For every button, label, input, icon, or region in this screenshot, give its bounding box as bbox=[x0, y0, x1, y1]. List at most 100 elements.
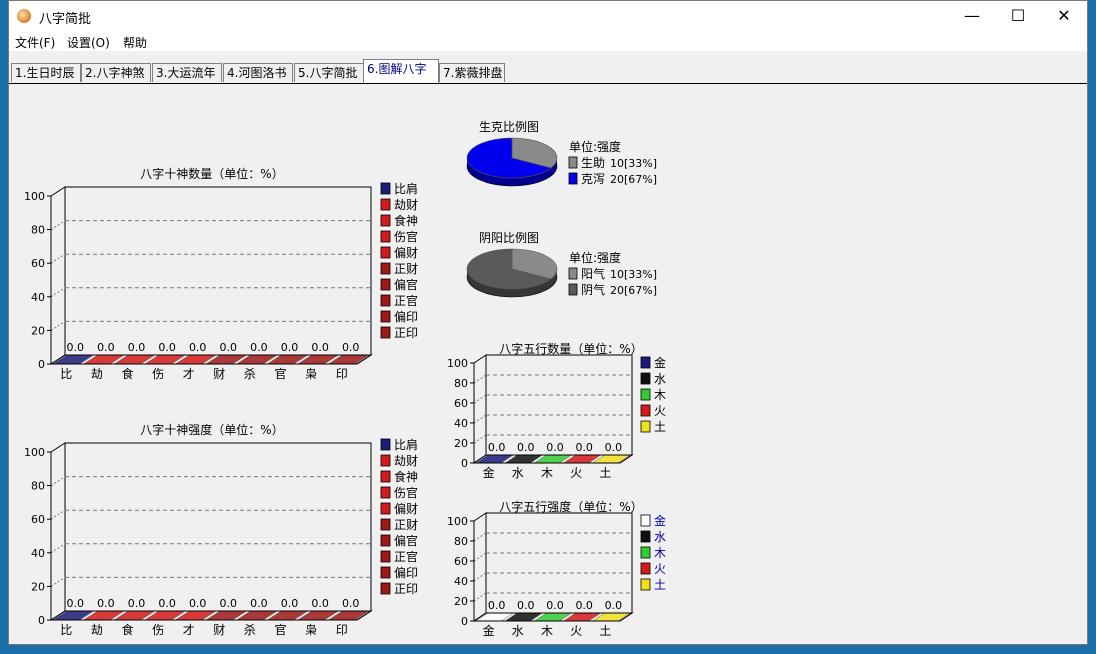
bar-value-label: 0.0 bbox=[67, 341, 85, 354]
legend-swatch bbox=[380, 294, 391, 307]
legend-swatch bbox=[640, 404, 651, 417]
chart-side-wall bbox=[473, 512, 487, 622]
legend-swatch bbox=[380, 518, 391, 531]
legend-label: 火 bbox=[654, 562, 666, 576]
x-tick-label: 火 bbox=[570, 466, 582, 480]
bar-value-label: 0.0 bbox=[97, 597, 115, 610]
pie-legend-label: 克泻 bbox=[581, 172, 605, 186]
legend-swatch bbox=[380, 470, 391, 483]
x-tick-label: 伤 bbox=[152, 623, 164, 637]
y-tick-label: 20 bbox=[31, 580, 45, 593]
bar-value-label: 0.0 bbox=[575, 441, 593, 454]
x-tick-label: 官 bbox=[274, 622, 286, 637]
legend-swatch bbox=[380, 278, 391, 291]
tab-jianpi[interactable]: 5.八字简批 bbox=[294, 63, 364, 82]
legend-swatch bbox=[380, 182, 391, 195]
pie-legend-swatch bbox=[568, 172, 578, 185]
pie-unit-label: 单位:强度 bbox=[569, 139, 621, 154]
y-tick-label: 60 bbox=[31, 513, 45, 526]
x-tick-label: 金 bbox=[483, 465, 495, 480]
tab-tujie[interactable]: 6.图解八字 bbox=[363, 59, 439, 83]
y-tick-label: 20 bbox=[31, 324, 45, 337]
y-tick-label: 40 bbox=[31, 547, 45, 560]
y-tick-label: 40 bbox=[454, 575, 468, 588]
app-logo-icon bbox=[17, 9, 31, 23]
x-tick-label: 才 bbox=[183, 367, 195, 381]
tab-hetu[interactable]: 4.河图洛书 bbox=[223, 63, 293, 82]
legend-swatch bbox=[380, 582, 391, 595]
pie-legend-value: 20[67%] bbox=[610, 284, 657, 297]
bar-value-label: 0.0 bbox=[67, 597, 85, 610]
tab-bar: 1.生日时辰 2.八字神煞 3.大运流年 4.河图洛书 5.八字简批 6.图解八… bbox=[9, 59, 1087, 84]
y-tick-label: 80 bbox=[31, 224, 45, 237]
chart-title: 八字五行强度（单位：%） bbox=[499, 499, 642, 514]
bar-value-label: 0.0 bbox=[158, 597, 176, 610]
minimize-button[interactable]: — bbox=[949, 1, 995, 31]
legend-label: 木 bbox=[654, 388, 666, 402]
y-tick-label: 20 bbox=[454, 595, 468, 608]
legend-label: 正印 bbox=[394, 582, 418, 596]
bar-value-label: 0.0 bbox=[605, 599, 623, 612]
bar-value-label: 0.0 bbox=[546, 599, 564, 612]
legend-label: 偏印 bbox=[394, 565, 418, 580]
x-tick-label: 杀 bbox=[244, 622, 256, 637]
window-title: 八字简批 bbox=[39, 12, 92, 27]
chart-side-wall bbox=[50, 442, 66, 621]
pie-legend-label: 阳气 bbox=[581, 266, 605, 281]
bar-value-label: 0.0 bbox=[546, 441, 564, 454]
chart-back-wall bbox=[485, 512, 633, 614]
shishen-count-chart: 八字十神数量（单位：%） 100 80 60 40 20 0 0.0 比 0.0 劫 0.0 食 0.0 伤… bbox=[24, 166, 418, 381]
x-tick-label: 木 bbox=[541, 624, 553, 638]
tab-dayun[interactable]: 3.大运流年 bbox=[152, 63, 222, 82]
maximize-button[interactable]: ☐ bbox=[995, 1, 1041, 31]
bar-value-label: 0.0 bbox=[517, 599, 535, 612]
legend-swatch bbox=[380, 262, 391, 275]
y-tick-label: 60 bbox=[454, 397, 468, 410]
x-tick-label: 木 bbox=[541, 466, 553, 480]
x-tick-label: 财 bbox=[213, 623, 225, 637]
legend-swatch bbox=[380, 310, 391, 323]
pie-title: 阴阳比例图 bbox=[479, 231, 539, 245]
x-tick-label: 才 bbox=[183, 623, 195, 637]
chart-back-wall bbox=[64, 186, 372, 356]
legend-label: 偏财 bbox=[394, 501, 418, 516]
tab-shensha[interactable]: 2.八字神煞 bbox=[81, 63, 151, 82]
x-tick-label: 食 bbox=[121, 622, 133, 637]
x-tick-label: 水 bbox=[512, 624, 524, 638]
legend-swatch bbox=[380, 438, 391, 451]
legend-label: 正财 bbox=[394, 518, 418, 532]
bar-value-label: 0.0 bbox=[97, 341, 115, 354]
chart-title: 八字十神数量（单位：%） bbox=[140, 166, 283, 181]
x-tick-label: 比 bbox=[60, 623, 72, 637]
bar-value-label: 0.0 bbox=[575, 599, 593, 612]
legend-label: 比肩 bbox=[394, 181, 418, 196]
x-tick-label: 土 bbox=[599, 466, 611, 480]
bar-value-label: 0.0 bbox=[128, 597, 146, 610]
legend-label: 木 bbox=[654, 546, 666, 560]
legend-swatch bbox=[380, 454, 391, 467]
legend-swatch bbox=[640, 546, 651, 559]
legend-label: 土 bbox=[654, 420, 666, 434]
bar-value-label: 0.0 bbox=[342, 341, 360, 354]
menu-file[interactable]: 文件(F) bbox=[15, 34, 55, 51]
menu-help[interactable]: 帮助 bbox=[123, 34, 147, 51]
x-tick-label: 官 bbox=[274, 366, 286, 381]
legend-label: 正官 bbox=[394, 549, 418, 564]
close-button[interactable]: ✕ bbox=[1041, 1, 1087, 31]
legend-label: 偏财 bbox=[394, 245, 418, 260]
bar-value-label: 0.0 bbox=[488, 441, 506, 454]
y-tick-label: 40 bbox=[454, 417, 468, 430]
legend-label: 金 bbox=[654, 513, 666, 528]
legend-label: 偏官 bbox=[394, 277, 418, 292]
pie-legend-value: 20[67%] bbox=[610, 173, 657, 186]
wuxing-count-chart: 八字五行数量（单位：%） 100 80 60 40 20 0 0.0 金 0.0 水 0.0 木 0.0 火… bbox=[447, 341, 666, 480]
y-tick-label: 0 bbox=[38, 358, 45, 371]
bar-value-label: 0.0 bbox=[250, 597, 268, 610]
tab-ziwei[interactable]: 7.紫薇排盘 bbox=[439, 63, 505, 82]
menu-settings[interactable]: 设置(O) bbox=[67, 34, 110, 51]
tab-birth-time[interactable]: 1.生日时辰 bbox=[11, 63, 81, 82]
chart-back-wall bbox=[485, 354, 633, 456]
x-tick-label: 杀 bbox=[244, 366, 256, 381]
legend-label: 偏印 bbox=[394, 309, 418, 324]
chart-back-wall bbox=[64, 442, 372, 612]
